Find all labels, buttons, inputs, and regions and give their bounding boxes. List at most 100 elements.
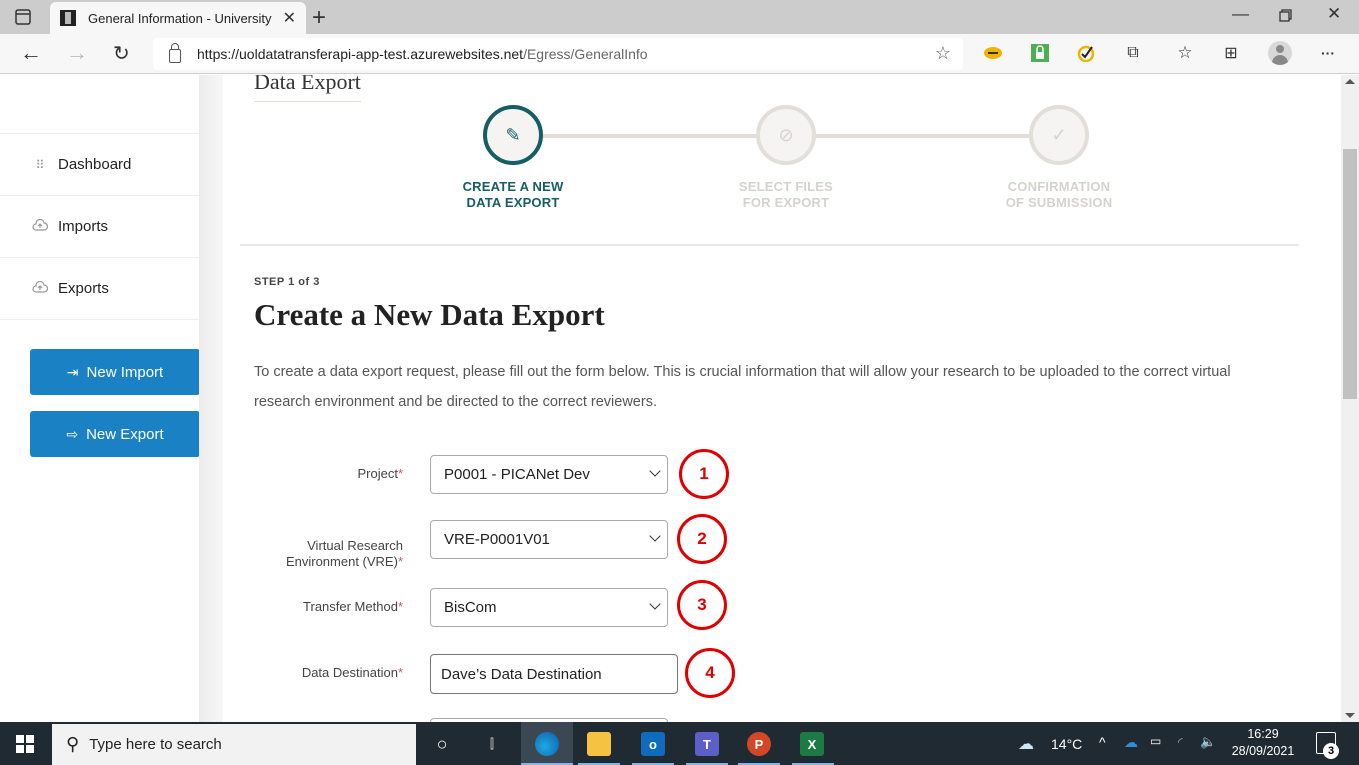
cortana-icon[interactable]: ○ (430, 732, 454, 756)
windows-start-icon[interactable] (16, 735, 34, 753)
cloud-upload-icon (32, 280, 49, 296)
clock-date: 28/09/2021 (1231, 744, 1295, 758)
tab-title: General Information - University (88, 10, 272, 26)
tab-actions-icon[interactable] (14, 8, 32, 26)
new-import-label: New Import (86, 363, 164, 381)
onedrive-icon[interactable]: ☁ (1124, 734, 1138, 751)
project-select[interactable]: P0001 - PICANet Dev (430, 455, 668, 494)
edge-icon[interactable] (535, 732, 559, 756)
refresh-icon[interactable]: ↻ (113, 41, 130, 66)
excel-icon[interactable]: X (800, 732, 824, 756)
vre-label: Virtual Research Environment (VRE)* (285, 538, 403, 569)
powerpoint-icon[interactable]: P (747, 732, 771, 756)
sidebar-item-imports[interactable]: Imports (0, 195, 199, 257)
new-tab-icon[interactable]: + (312, 4, 326, 32)
page-scrollbar[interactable] (1341, 75, 1359, 722)
wifi-icon[interactable]: ◜ (1178, 735, 1183, 749)
new-export-label: New Export (86, 425, 164, 443)
scroll-up-icon[interactable] (1345, 79, 1355, 84)
lock-extension-icon[interactable] (1030, 43, 1050, 63)
grid-icon: ⠿ (35, 157, 45, 172)
collections-icon[interactable]: ⊞ (1221, 43, 1241, 63)
forward-icon[interactable]: → (66, 40, 88, 66)
outlook-icon[interactable]: o (641, 732, 665, 756)
paperclip-icon: ⊘ (778, 124, 794, 145)
transfer-method-value: BisCom (444, 599, 497, 616)
weather-temp[interactable]: 14°C (1051, 736, 1082, 752)
page-heading: Create a New Data Export (254, 297, 605, 332)
url-input[interactable]: https://uoldatatransferapi-app-test.azur… (153, 38, 963, 70)
taskbar-search[interactable]: ⚲ Type here to search (52, 724, 416, 765)
teams-icon[interactable]: T (695, 732, 719, 756)
transfer-method-select[interactable]: BisCom (430, 588, 668, 627)
sidebar-item-exports[interactable]: Exports (0, 257, 199, 320)
show-hidden-icons[interactable]: ^ (1099, 734, 1106, 750)
chevron-down-icon (649, 465, 661, 477)
cloud-upload-icon (32, 218, 49, 234)
step-1-circle: ✎ (483, 105, 543, 165)
tab-close-icon[interactable]: ✕ (283, 8, 296, 28)
vre-value: VRE-P0001V01 (444, 531, 550, 548)
sidebar-item-label: Exports (58, 280, 109, 297)
profile-avatar[interactable] (1268, 41, 1292, 65)
windows-taskbar: ⚲ Type here to search ○ ⫿ o T P X ☁ 14°C… (0, 722, 1359, 765)
new-export-button[interactable]: ⇨ New Export (30, 411, 200, 457)
norton-check-icon[interactable] (1076, 43, 1096, 63)
progress-stepper: ✎ ⊘ ✓ CREATE A NEW DATA EXPORT SELECT FIL… (223, 75, 1341, 245)
battery-icon[interactable]: ▭ (1150, 734, 1161, 748)
step-3-circle: ✓ (1029, 105, 1089, 165)
clock-time: 16:29 (1247, 727, 1279, 741)
notification-count-badge: 3 (1323, 743, 1339, 759)
annotation-callout: 4 (685, 648, 735, 698)
export-icon: ⇨ (66, 425, 79, 442)
address-bar: ← → ↻ https://uoldatatransferapi-app-tes… (0, 34, 1359, 74)
chevron-down-icon (649, 530, 661, 542)
back-icon[interactable]: ← (20, 40, 42, 66)
transfer-method-label: Transfer Method* (303, 599, 403, 614)
sidebar-item-label: Imports (58, 218, 109, 235)
search-icon: ⚲ (66, 734, 80, 754)
lock-icon[interactable] (169, 43, 181, 63)
annotation-callout: 1 (679, 449, 729, 499)
browser-tab[interactable]: General Information - University ✕ (50, 2, 306, 34)
annotation-callout: 2 (677, 514, 727, 564)
vre-select[interactable]: VRE-P0001V01 (430, 520, 668, 559)
task-view-icon[interactable]: ⫿ (480, 732, 504, 756)
step-connector (813, 134, 1053, 138)
sidebar-item-label: Dashboard (58, 156, 132, 173)
sidebar-item-dashboard[interactable]: ⠿ Dashboard (0, 133, 199, 195)
close-window-icon[interactable]: ✕ (1327, 4, 1341, 24)
favorites-icon[interactable]: ☆ (1175, 43, 1195, 63)
check-icon: ✓ (1051, 124, 1067, 145)
intro-text: To create a data export request, please … (254, 364, 1231, 410)
clock[interactable]: 16:29 28/09/2021 (1228, 726, 1298, 760)
step-2-label: SELECT FILES FOR EXPORT (738, 179, 834, 210)
site-favicon-icon (60, 10, 76, 26)
import-icon: ⇥ (66, 363, 79, 380)
more-menu-icon[interactable]: ··· (1318, 43, 1338, 63)
minimize-icon[interactable]: — (1232, 4, 1249, 24)
new-import-button[interactable]: ⇥ New Import (30, 349, 200, 395)
pencil-icon: ✎ (505, 124, 521, 145)
file-explorer-icon[interactable] (587, 732, 611, 756)
extensions-puzzle-icon[interactable]: ⧉ (1123, 43, 1143, 63)
main-content: Data Export ✎ ⊘ ✓ CREATE A NEW DATA EXPOR… (223, 75, 1341, 722)
sidebar: ⠿ Dashboard Imports Exports ⇥ New Import… (0, 75, 200, 722)
step-count: STEP 1 of 3 (254, 276, 320, 288)
restore-icon[interactable] (1279, 9, 1292, 22)
step-connector (543, 134, 783, 138)
project-label: Project* (357, 466, 403, 481)
search-placeholder: Type here to search (89, 736, 222, 753)
key-extension-icon[interactable] (983, 43, 1003, 63)
browser-tabstrip: General Information - University ✕ + — ✕ (0, 0, 1359, 34)
data-destination-label: Data Destination* (301, 665, 403, 680)
volume-icon[interactable]: 🔈 (1200, 734, 1216, 750)
url-text: https://uoldatatransferapi-app-test.azur… (197, 46, 648, 62)
step-3-label: CONFIRMATION OF SUBMISSION (1005, 179, 1113, 210)
add-favorite-icon[interactable]: ☆ (935, 43, 951, 64)
scroll-down-icon[interactable] (1345, 713, 1355, 718)
scroll-thumb[interactable] (1343, 149, 1357, 399)
web-page: ⠿ Dashboard Imports Exports ⇥ New Import… (0, 75, 1341, 722)
data-destination-input[interactable]: Dave’s Data Destination (430, 654, 678, 694)
weather-icon[interactable]: ☁ (1018, 734, 1034, 754)
